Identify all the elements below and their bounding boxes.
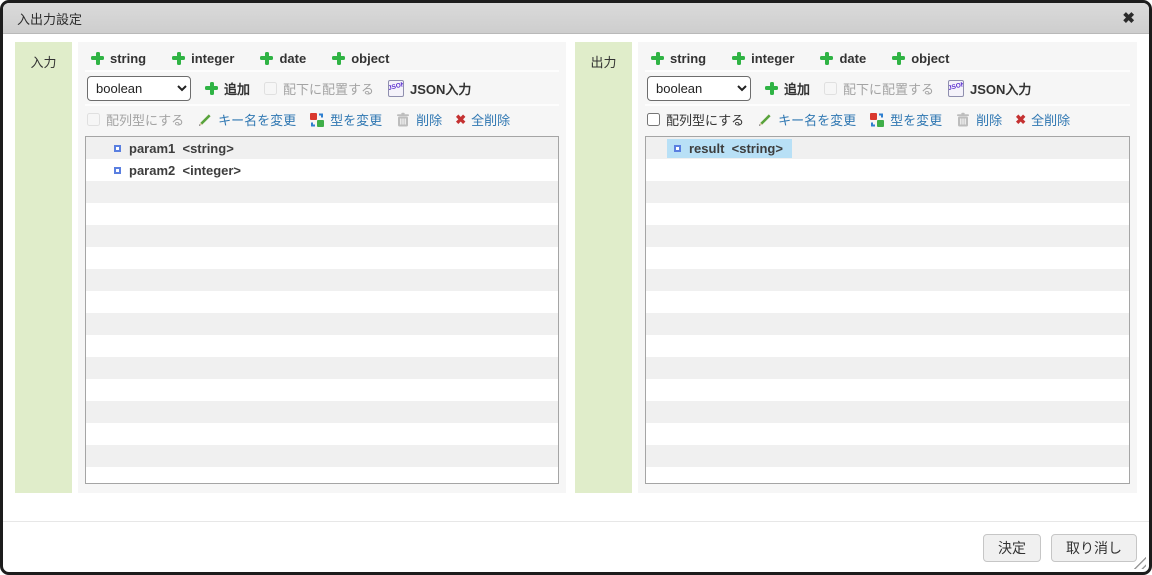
red-x-icon: ✖ xyxy=(455,112,467,127)
json-input-button[interactable]: JSON JSON入力 xyxy=(948,79,1031,98)
plus-icon xyxy=(732,51,746,65)
add-date-button[interactable]: date xyxy=(820,51,866,66)
add-integer-button[interactable]: integer xyxy=(172,51,234,66)
json-file-icon: JSON xyxy=(948,79,965,97)
rename-key-button[interactable]: キー名を変更 xyxy=(757,110,856,129)
trash-icon xyxy=(957,112,970,126)
output-add-row: boolean 追加 配下に配置する JSON JSON入力 xyxy=(645,72,1130,106)
output-param-list[interactable]: result <string> xyxy=(645,136,1130,484)
delete-all-button[interactable]: ✖ 全削除 xyxy=(455,110,510,129)
add-button[interactable]: 追加 xyxy=(765,79,810,98)
json-file-icon: JSON xyxy=(388,79,405,97)
place-under-option: 配下に配置する xyxy=(824,79,934,98)
place-under-checkbox xyxy=(824,81,838,95)
type-change-icon xyxy=(870,112,885,127)
red-x-icon: ✖ xyxy=(1015,112,1027,127)
change-type-button[interactable]: 型を変更 xyxy=(309,110,382,129)
output-panel-body: string integer date object boolean 追加 配下… xyxy=(638,42,1137,493)
change-type-button[interactable]: 型を変更 xyxy=(869,110,942,129)
trash-icon xyxy=(397,112,410,126)
plus-icon xyxy=(260,51,274,65)
input-edit-row: 配列型にする キー名を変更 型を変更 削除 ✖ 全削除 xyxy=(85,106,559,133)
cancel-button[interactable]: 取り消し xyxy=(1051,534,1137,562)
input-panel: 入力 string integer date object boolean 追加… xyxy=(15,42,566,493)
tree-node-icon xyxy=(674,144,681,152)
list-item[interactable]: param2 <integer> xyxy=(86,159,558,181)
input-param-list[interactable]: param1 <string> param2 <integer> xyxy=(85,136,559,484)
add-integer-button[interactable]: integer xyxy=(732,51,794,66)
dialog-title: 入出力設定 xyxy=(17,11,83,27)
place-under-checkbox xyxy=(264,81,278,95)
tree-node-icon xyxy=(114,166,121,174)
output-edit-row: 配列型にする キー名を変更 型を変更 削除 ✖ 全削除 xyxy=(645,106,1130,133)
json-input-button[interactable]: JSON JSON入力 xyxy=(388,79,471,98)
add-string-button[interactable]: string xyxy=(651,51,706,66)
type-change-icon xyxy=(310,112,325,127)
input-panel-label: 入力 xyxy=(15,42,72,493)
add-object-button[interactable]: object xyxy=(892,51,950,66)
plus-icon xyxy=(651,51,664,65)
delete-button[interactable]: 削除 xyxy=(955,110,1002,129)
array-type-option: 配列型にする xyxy=(87,110,184,129)
delete-all-button[interactable]: ✖ 全削除 xyxy=(1015,110,1070,129)
tree-node-icon xyxy=(114,144,121,152)
plus-icon xyxy=(892,51,906,65)
pencil-icon xyxy=(199,113,211,126)
input-panel-body: string integer date object boolean 追加 配下… xyxy=(78,42,566,493)
add-button[interactable]: 追加 xyxy=(205,79,250,98)
plus-icon xyxy=(172,51,186,65)
close-icon[interactable]: ✖ xyxy=(1122,11,1135,26)
add-object-button[interactable]: object xyxy=(332,51,390,66)
plus-icon xyxy=(765,81,778,95)
dialog-footer: 決定 取り消し xyxy=(3,521,1149,562)
plus-icon xyxy=(332,51,346,65)
type-select[interactable]: boolean xyxy=(647,75,751,101)
type-select[interactable]: boolean xyxy=(87,75,191,101)
input-add-type-row: string integer date object xyxy=(85,46,559,72)
output-panel: 出力 string integer date object boolean 追加… xyxy=(575,42,1137,493)
add-date-button[interactable]: date xyxy=(260,51,306,66)
plus-icon xyxy=(91,51,104,65)
add-string-button[interactable]: string xyxy=(91,51,146,66)
pencil-icon xyxy=(759,113,771,126)
array-type-option: 配列型にする xyxy=(647,110,744,129)
rename-key-button[interactable]: キー名を変更 xyxy=(197,110,296,129)
ok-button[interactable]: 決定 xyxy=(983,534,1041,562)
plus-icon xyxy=(205,81,218,95)
delete-button[interactable]: 削除 xyxy=(395,110,442,129)
place-under-option: 配下に配置する xyxy=(264,79,374,98)
plus-icon xyxy=(820,51,834,65)
list-item-selected[interactable]: result <string> xyxy=(646,137,1129,159)
io-settings-dialog: 入出力設定 ✖ 入力 string integer date object bo… xyxy=(0,0,1152,575)
panels-container: 入力 string integer date object boolean 追加… xyxy=(15,42,1137,493)
output-panel-label: 出力 xyxy=(575,42,632,493)
array-type-checkbox[interactable] xyxy=(647,113,660,126)
output-add-type-row: string integer date object xyxy=(645,46,1130,72)
list-item[interactable]: param1 <string> xyxy=(86,137,558,159)
input-add-row: boolean 追加 配下に配置する JSON JSON入力 xyxy=(85,72,559,106)
array-type-checkbox xyxy=(87,113,100,126)
dialog-titlebar[interactable]: 入出力設定 ✖ xyxy=(3,3,1149,34)
